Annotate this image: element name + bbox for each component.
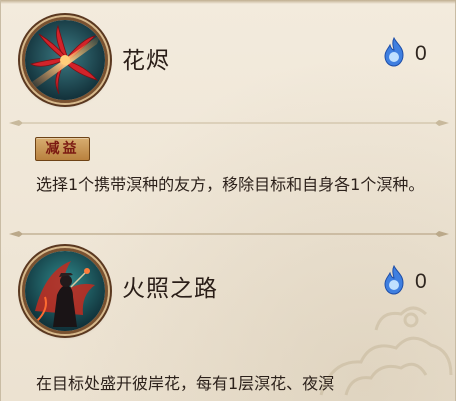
skill-1-description: 选择1个携带溟种的友方，移除目标和自身各1个溟种。 [36,175,425,194]
skill-2-name: 火照之路 [122,276,218,302]
section-divider [9,120,449,126]
skill-2-description: 在目标处盛开彼岸花，每有1层溟花、夜溟 [36,374,335,393]
panel-top-edge [1,0,456,4]
skill-1-cost: 0 [415,42,427,65]
blue-soul-fire-icon [384,265,404,295]
blue-soul-fire-icon [384,37,404,67]
skill-separator [9,231,449,237]
skill-panel: 花烬 0 减益 选择1个携带溟种的友方，移除目标和自身各1个溟种。 火照之路 0… [0,0,456,401]
skill-2-icon[interactable] [22,248,108,334]
skill-1-icon[interactable] [22,17,108,103]
skill-2-cost: 0 [415,270,427,293]
debuff-tag: 减益 [35,137,90,161]
skill-1-name: 花烬 [122,48,170,74]
